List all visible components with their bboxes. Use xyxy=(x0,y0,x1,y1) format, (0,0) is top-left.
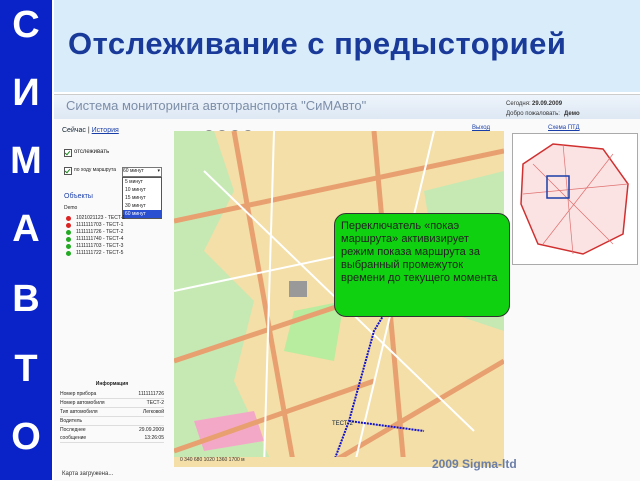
status-dot-icon xyxy=(66,230,71,235)
callout-text: Переключатель «покаэ маршрута» активизир… xyxy=(341,220,498,284)
list-item[interactable]: 1111111703 - ТЕСТ-3 xyxy=(66,243,166,250)
welcome-value: Демо xyxy=(564,111,580,117)
table-row: Номер прибора 1111111726 xyxy=(60,391,164,399)
list-item[interactable]: 1111111740 - ТЕСТ-4 xyxy=(66,236,166,243)
status-dot-icon xyxy=(66,216,71,221)
overview-map-graphic xyxy=(513,134,637,264)
app-title: Система мониторинга автотранспорта "СиМА… xyxy=(66,98,367,113)
vehicle-tag[interactable]: ТЕСТ-2 xyxy=(332,421,353,427)
overview-map[interactable] xyxy=(512,133,638,265)
welcome-label: Добро пожаловать: xyxy=(506,111,560,117)
side-logo-bar: С И М А В Т О xyxy=(0,0,52,480)
slide-title: Отслеживание с предысторией xyxy=(68,26,567,61)
table-row: Последнее 29.09.2009 xyxy=(60,427,164,433)
status-dot-icon xyxy=(66,223,71,228)
side-letter: О xyxy=(11,416,41,458)
table-row: сообщение 13:26:05 xyxy=(60,435,164,443)
status-dot-icon xyxy=(66,237,71,242)
table-row: Водитель xyxy=(60,417,164,426)
tab-history[interactable]: История xyxy=(92,127,119,134)
track-label: отслеживать xyxy=(74,149,110,155)
side-letter: А xyxy=(12,208,40,250)
mapnav-link[interactable]: Схема ПТД xyxy=(548,125,580,131)
today-label: Сегодня: xyxy=(506,101,531,107)
tab-separator: | xyxy=(87,127,90,134)
side-letter: И xyxy=(12,72,40,114)
callout-note: Переключатель «покаэ маршрута» активизир… xyxy=(334,213,510,317)
mode-tabs: Сейчас | История xyxy=(62,127,119,134)
table-row: Номер автомобиля ТЕСТ-2 xyxy=(60,400,164,408)
chevron-down-icon: ▾ xyxy=(157,168,160,174)
side-letter: Т xyxy=(14,348,38,390)
track-checkbox[interactable] xyxy=(64,149,72,157)
vehicle-list: 1021021123 - ТЕСТ-1 1111111703 - ТЕСТ-1 … xyxy=(66,215,166,257)
route-option[interactable]: 5 минут xyxy=(123,178,161,186)
route-label: по ходу маршрута xyxy=(74,167,117,173)
group-label[interactable]: Demo xyxy=(64,205,77,211)
route-checkbox[interactable] xyxy=(64,167,72,175)
status-dot-icon xyxy=(66,251,71,256)
table-row: Тип автомобиля Легковой xyxy=(60,409,164,417)
list-item[interactable]: 1111111726 - ТЕСТ-2 xyxy=(66,229,166,236)
route-options-list: 5 минут 10 минут 15 минут 30 минут 60 ми… xyxy=(122,177,162,219)
list-item[interactable]: 1111111703 - ТЕСТ-1 xyxy=(66,222,166,229)
status-dot-icon xyxy=(66,244,71,249)
app-window: Система мониторинга автотранспорта "СиМА… xyxy=(54,94,640,481)
route-select-value: 60 минут xyxy=(123,168,144,174)
route-option[interactable]: 10 минут xyxy=(123,186,161,194)
left-panel: Сейчас | История отслеживать по ходу мар… xyxy=(54,123,166,473)
info-table: Информация Номер прибора 1111111726 Номер… xyxy=(60,381,164,443)
side-letter: М xyxy=(10,140,42,182)
right-panel: Схема ПТД xyxy=(508,123,640,473)
objects-label: Объекты xyxy=(64,193,93,200)
slide-header: Отслеживание с предысторией xyxy=(54,0,640,92)
route-option[interactable]: 30 минут xyxy=(123,202,161,210)
watermark: 2009 Sigma-ltd xyxy=(432,457,517,471)
scale-bar: 0 340 680 1020 1360 1700 м xyxy=(180,457,245,463)
route-duration-select[interactable]: 60 минут ▾ xyxy=(122,167,162,177)
route-option[interactable]: 15 минут xyxy=(123,194,161,202)
side-letter: С xyxy=(12,4,40,46)
list-item[interactable]: 1021021123 - ТЕСТ-1 xyxy=(66,215,166,222)
status-text: Карта загружена... xyxy=(62,471,114,477)
info-title: Информация xyxy=(95,381,129,387)
side-letter: В xyxy=(12,278,40,320)
today-value: 29.09.2009 xyxy=(532,101,563,107)
tab-now[interactable]: Сейчас xyxy=(62,127,86,134)
list-item[interactable]: 1111111722 - ТЕСТ-5 xyxy=(66,250,166,257)
